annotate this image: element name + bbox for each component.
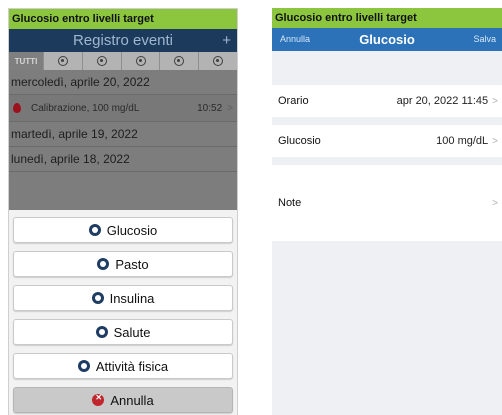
glucose-label: Glucosio: [278, 135, 321, 147]
filter-glucose-tab[interactable]: [44, 52, 83, 70]
filter-health-tab[interactable]: [160, 52, 200, 70]
notes-label: Note: [278, 197, 302, 209]
day-header: lunedì, aprile 18, 2022: [9, 147, 237, 172]
glucose-entry-screen: Glucosio entro livelli target Annulla Gl…: [272, 8, 502, 415]
exercise-icon: [77, 360, 90, 372]
health-icon: [95, 326, 108, 338]
event-time: 10:52: [197, 102, 223, 114]
cancel-button[interactable]: Annulla: [13, 387, 233, 413]
insulin-button-label: Insulina: [109, 290, 155, 306]
chevron-right-icon: >: [227, 102, 233, 114]
event-log-navbar: Registro eventi +: [9, 29, 237, 52]
exercise-filter-icon: [213, 56, 224, 66]
cancel-icon: [92, 393, 105, 406]
filter-meal-tab[interactable]: [83, 52, 122, 70]
event-row-calibration[interactable]: Calibrazione, 100 mg/dL 10:52 >: [9, 95, 237, 122]
exercise-button[interactable]: Attività fisica: [13, 353, 233, 379]
glucose-icon: [88, 224, 101, 236]
insulin-button[interactable]: Insulina: [13, 285, 233, 311]
glucose-field[interactable]: Glucosio 100 mg/dL >: [272, 125, 502, 157]
page-title: Registro eventi: [72, 32, 174, 49]
meal-button-label: Pasto: [115, 256, 149, 272]
glucose-filter-icon: [57, 56, 68, 66]
health-filter-icon: [174, 56, 185, 66]
glucose-entry-navbar: Annulla Glucosio Salva: [272, 28, 502, 51]
meal-icon: [97, 258, 110, 270]
event-log-screen: Glucosio entro livelli target Registro e…: [8, 8, 238, 415]
filter-exercise-tab[interactable]: [199, 52, 237, 70]
day-header: mercoledì, aprile 20, 2022: [9, 70, 237, 95]
cancel-button-label: Annulla: [110, 392, 154, 408]
meal-filter-icon: [96, 56, 107, 66]
time-field[interactable]: Orario apr 20, 2022 11:45 >: [272, 85, 502, 117]
exercise-button-label: Attività fisica: [95, 358, 169, 374]
filter-all-tab[interactable]: TUTTI: [9, 52, 45, 70]
page-title: Glucosio: [359, 32, 415, 47]
health-button[interactable]: Salute: [13, 319, 233, 345]
insulin-filter-icon: [135, 56, 146, 66]
day-header: martedì, aprile 19, 2022: [9, 122, 237, 147]
chevron-right-icon: >: [492, 197, 498, 209]
blood-drop-icon: [13, 103, 21, 113]
glucose-status-banner: Glucosio entro livelli target: [9, 9, 237, 29]
event-filter-bar: TUTTI: [9, 52, 237, 70]
glucose-button[interactable]: Glucosio: [13, 217, 233, 243]
meal-button[interactable]: Pasto: [13, 251, 233, 277]
health-button-label: Salute: [113, 324, 151, 340]
time-value: apr 20, 2022 11:45: [396, 95, 489, 107]
add-event-button[interactable]: +: [222, 29, 231, 52]
save-link[interactable]: Salva: [473, 28, 496, 51]
glucose-button-label: Glucosio: [106, 222, 158, 238]
time-label: Orario: [278, 95, 309, 107]
insulin-icon: [91, 292, 104, 304]
glucose-value: 100 mg/dL: [436, 135, 489, 147]
filter-insulin-tab[interactable]: [122, 52, 161, 70]
event-list-dimmed: mercoledì, aprile 20, 2022 Calibrazione,…: [9, 70, 237, 210]
chevron-right-icon: >: [492, 135, 498, 147]
chevron-right-icon: >: [492, 95, 498, 107]
notes-field[interactable]: Note >: [272, 165, 502, 241]
event-label: Calibrazione, 100 mg/dL: [31, 102, 140, 114]
glucose-status-banner: Glucosio entro livelli target: [272, 8, 502, 28]
add-event-action-sheet: Glucosio Pasto Insulina Salute Attività …: [9, 210, 237, 415]
